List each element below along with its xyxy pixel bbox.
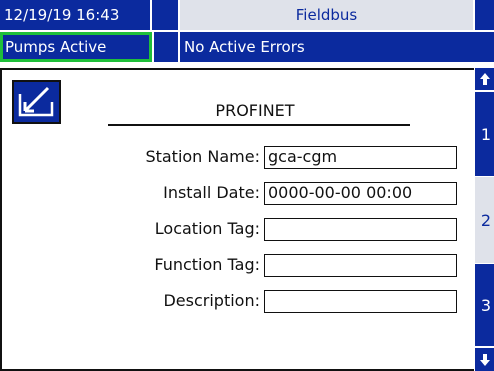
edit-icon [18,86,54,117]
description-label: Description: [163,291,260,310]
tab-2[interactable]: 2 [475,177,494,263]
install-date-label: Install Date: [163,183,260,202]
status-bar: 12/19/19 16:43 Fieldbus Pumps Active No … [0,0,494,68]
screen-title-bar: Fieldbus [180,0,473,30]
pump-status-text: Pumps Active [5,37,107,56]
title-divider [108,124,410,126]
scroll-up-button[interactable] [475,68,494,90]
station-name-field[interactable]: gca-cgm [264,146,457,169]
header-spacer-2 [475,0,494,30]
pump-status: Pumps Active [0,32,152,62]
screen-title: Fieldbus [295,6,358,24]
station-name-label: Station Name: [145,147,260,166]
location-tag-label: Location Tag: [154,219,260,238]
error-status: No Active Errors [180,32,494,62]
header-spacer-1 [152,0,178,30]
form-title: PROFINET [215,101,295,120]
function-tag-field[interactable] [264,254,457,277]
location-tag-field[interactable] [264,218,457,241]
tab-2-label: 2 [480,210,491,230]
datetime-text: 12/19/19 16:43 [4,5,120,24]
edit-button[interactable] [12,80,61,124]
description-field[interactable] [264,290,457,313]
function-tag-label: Function Tag: [154,255,260,274]
tab-1-label: 1 [480,124,491,144]
error-status-text: No Active Errors [184,37,305,56]
tab-1[interactable]: 1 [475,92,494,176]
scroll-down-button[interactable] [475,348,494,371]
datetime-display: 12/19/19 16:43 [0,0,150,30]
header-spacer-3 [154,32,178,62]
arrow-up-icon [479,73,490,85]
install-date-field[interactable]: 0000-00-00 00:00 [264,182,457,205]
tab-3[interactable]: 3 [475,264,494,346]
tab-3-label: 3 [480,295,491,315]
arrow-down-icon [479,353,490,366]
